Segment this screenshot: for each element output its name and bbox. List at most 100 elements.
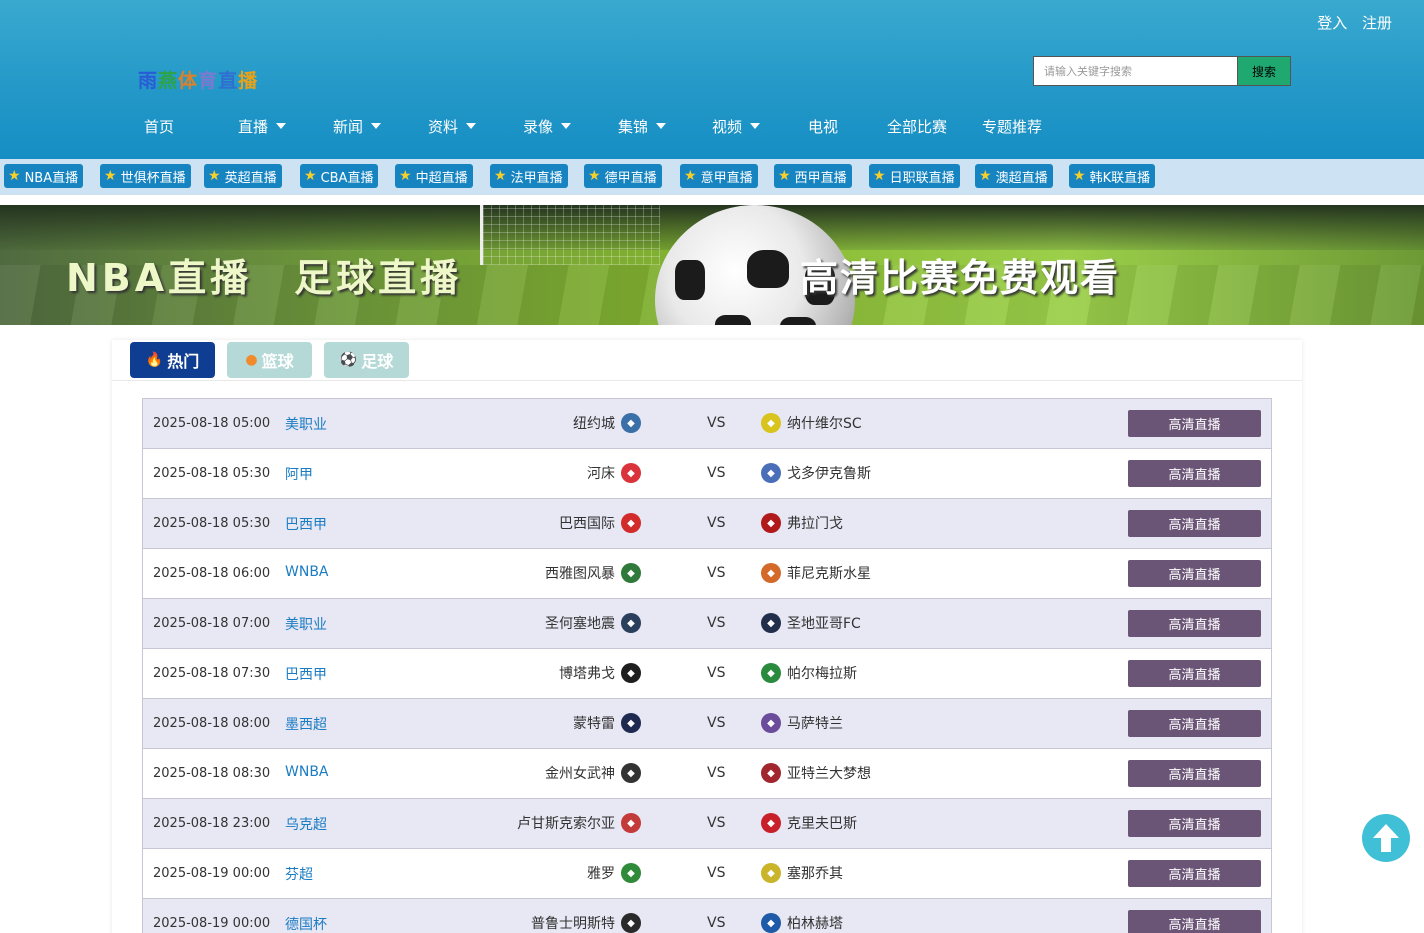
- match-league-link[interactable]: 乌克超: [285, 814, 327, 834]
- tab-0[interactable]: 🔥 热门: [130, 342, 215, 378]
- nav-item[interactable]: 资料: [428, 116, 477, 137]
- home-team[interactable]: 卢甘斯克索尔亚 ◆: [517, 813, 641, 833]
- vs-label: VS: [707, 415, 726, 431]
- logo-char: 燕: [158, 70, 179, 92]
- nav-item-label: 资料: [428, 118, 459, 136]
- home-team-name: 蒙特雷: [573, 716, 615, 732]
- away-team[interactable]: ◆ 柏林赫塔: [761, 913, 843, 933]
- hd-live-button[interactable]: 高清直播: [1128, 660, 1261, 687]
- league-tag[interactable]: ★ 德甲直播: [584, 164, 662, 188]
- match-league-link[interactable]: 墨西超: [285, 714, 327, 734]
- register-link[interactable]: 注册: [1362, 14, 1392, 32]
- home-team[interactable]: 纽约城 ◆: [573, 413, 641, 433]
- league-tag[interactable]: ★ 澳超直播: [975, 164, 1053, 188]
- hd-live-button[interactable]: 高清直播: [1128, 810, 1261, 837]
- match-time: 2025-08-19 00:00: [153, 866, 271, 881]
- league-tag[interactable]: ★ 中超直播: [395, 164, 473, 188]
- tab-divider: [112, 380, 1302, 381]
- match-league-link[interactable]: 德国杯: [285, 914, 327, 933]
- hd-live-button[interactable]: 高清直播: [1128, 410, 1261, 437]
- hd-live-button[interactable]: 高清直播: [1128, 610, 1261, 637]
- caret-down-icon: [750, 123, 761, 129]
- league-tag[interactable]: ★ NBA直播: [4, 164, 84, 188]
- nav-item[interactable]: 专题推荐: [982, 116, 1042, 137]
- match-league-link[interactable]: 美职业: [285, 614, 327, 634]
- hd-live-button[interactable]: 高清直播: [1128, 710, 1261, 737]
- goal-net-graphic: [480, 205, 660, 265]
- site-logo[interactable]: 雨燕体育直播: [138, 66, 258, 93]
- away-team[interactable]: ◆ 弗拉门戈: [761, 513, 843, 533]
- nav-item[interactable]: 首页: [144, 116, 174, 137]
- home-team[interactable]: 西雅图风暴 ◆: [545, 563, 641, 583]
- league-tag[interactable]: ★ 英超直播: [204, 164, 282, 188]
- home-team[interactable]: 普鲁士明斯特 ◆: [531, 913, 641, 933]
- star-icon: ★: [778, 168, 791, 184]
- nav-item[interactable]: 新闻: [333, 116, 382, 137]
- caret-down-icon: [276, 123, 287, 129]
- away-team-name: 塞那乔其: [787, 866, 843, 882]
- banner-right-text: 高清比赛免费观看: [800, 256, 1121, 300]
- search-button[interactable]: 搜索: [1237, 57, 1290, 85]
- nav-item-label: 全部比赛: [887, 118, 948, 136]
- hd-live-button[interactable]: 高清直播: [1128, 560, 1261, 587]
- match-row: 2025-08-18 08:30 WNBA 金州女武神 ◆ VS ◆ 亚特兰大梦想 高清直播: [143, 749, 1271, 799]
- away-team[interactable]: ◆ 戈多伊克鲁斯: [761, 463, 871, 483]
- home-team[interactable]: 圣何塞地震 ◆: [545, 613, 641, 633]
- match-league-link[interactable]: 阿甲: [285, 464, 313, 484]
- match-league-link[interactable]: WNBA: [285, 764, 329, 780]
- auth-links: 登入 注册: [1307, 12, 1392, 33]
- league-tag[interactable]: ★ 西甲直播: [774, 164, 852, 188]
- home-team[interactable]: 博塔弗戈 ◆: [559, 663, 641, 683]
- nav-item[interactable]: 录像: [523, 116, 572, 137]
- hd-live-button[interactable]: 高清直播: [1128, 910, 1261, 933]
- away-team[interactable]: ◆ 马萨特兰: [761, 713, 843, 733]
- league-tag[interactable]: ★ 韩K联直播: [1069, 164, 1156, 188]
- hero-banner: NBA直播 足球直播 高清比赛免费观看: [0, 205, 1424, 325]
- away-team[interactable]: ◆ 帕尔梅拉斯: [761, 663, 857, 683]
- back-to-top-button[interactable]: [1362, 814, 1410, 862]
- away-team[interactable]: ◆ 菲尼克斯水星: [761, 563, 871, 583]
- away-team[interactable]: ◆ 纳什维尔SC: [761, 413, 862, 433]
- hd-live-button[interactable]: 高清直播: [1128, 460, 1261, 487]
- home-team-logo-icon: ◆: [621, 713, 641, 733]
- nav-item[interactable]: 直播: [238, 116, 287, 137]
- match-league-link[interactable]: WNBA: [285, 564, 329, 580]
- league-tag-label: 中超直播: [415, 170, 468, 186]
- match-league-link[interactable]: 巴西甲: [285, 514, 327, 534]
- tab-1[interactable]: ● 篮球: [227, 342, 312, 378]
- home-team-logo-icon: ◆: [621, 813, 641, 833]
- match-row: 2025-08-18 07:00 美职业 圣何塞地震 ◆ VS ◆ 圣地亚哥FC 高清直播: [143, 599, 1271, 649]
- away-team[interactable]: ◆ 塞那乔其: [761, 863, 843, 883]
- hd-live-button[interactable]: 高清直播: [1128, 760, 1261, 787]
- hd-live-button[interactable]: 高清直播: [1128, 860, 1261, 887]
- match-league-link[interactable]: 美职业: [285, 414, 327, 434]
- login-link[interactable]: 登入: [1317, 14, 1347, 32]
- league-tag[interactable]: ★ 日职联直播: [869, 164, 960, 188]
- nav-item-label: 专题推荐: [982, 118, 1043, 136]
- league-tag[interactable]: ★ 世俱杯直播: [100, 164, 191, 188]
- away-team[interactable]: ◆ 圣地亚哥FC: [761, 613, 861, 633]
- home-team[interactable]: 雅罗 ◆: [587, 863, 641, 883]
- home-team[interactable]: 河床 ◆: [587, 463, 641, 483]
- star-icon: ★: [208, 168, 221, 184]
- home-team[interactable]: 蒙特雷 ◆: [573, 713, 641, 733]
- home-team[interactable]: 巴西国际 ◆: [559, 513, 641, 533]
- away-team[interactable]: ◆ 亚特兰大梦想: [761, 763, 871, 783]
- away-team-name: 戈多伊克鲁斯: [787, 466, 871, 482]
- away-team[interactable]: ◆ 克里夫巴斯: [761, 813, 857, 833]
- search-input[interactable]: [1034, 57, 1237, 85]
- nav-item[interactable]: 集锦: [618, 116, 667, 137]
- hd-live-button[interactable]: 高清直播: [1128, 510, 1261, 537]
- soccer-ball-icon: ⚽: [339, 352, 358, 368]
- tab-2[interactable]: ⚽ 足球: [324, 342, 409, 378]
- league-tag[interactable]: ★ CBA直播: [300, 164, 379, 188]
- logo-char: 直: [218, 70, 239, 92]
- nav-item[interactable]: 视频: [712, 116, 761, 137]
- nav-item[interactable]: 全部比赛: [887, 116, 947, 137]
- nav-item[interactable]: 电视: [808, 116, 838, 137]
- match-league-link[interactable]: 芬超: [285, 864, 313, 884]
- league-tag[interactable]: ★ 法甲直播: [490, 164, 568, 188]
- match-league-link[interactable]: 巴西甲: [285, 664, 327, 684]
- league-tag[interactable]: ★ 意甲直播: [680, 164, 758, 188]
- home-team[interactable]: 金州女武神 ◆: [545, 763, 641, 783]
